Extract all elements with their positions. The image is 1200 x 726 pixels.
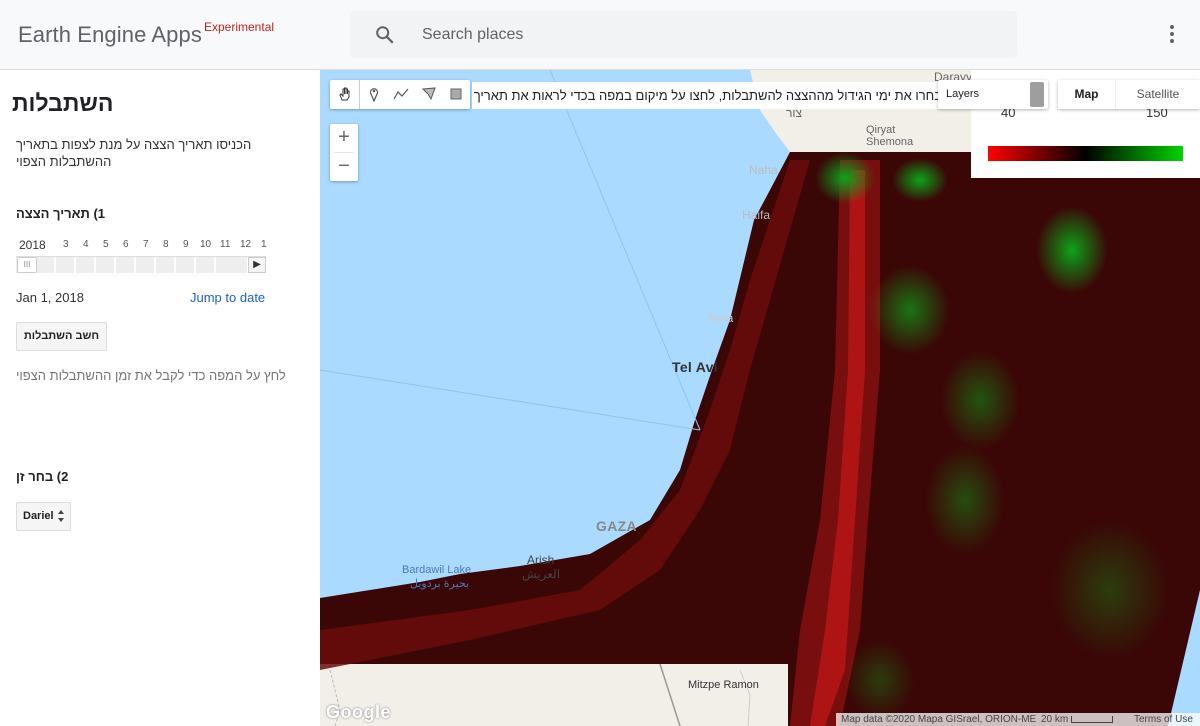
app-logo[interactable]: Earth Engine Apps [18, 22, 202, 48]
search-input[interactable] [422, 11, 1002, 58]
panel-title: השתבלות [12, 90, 114, 116]
slider-tick: 9 [183, 239, 189, 250]
play-icon[interactable]: ▶ [248, 257, 266, 273]
slider-track[interactable]: III ▶ [16, 256, 266, 273]
slider-tick: 10 [200, 239, 212, 250]
experimental-tag: Experimental [204, 20, 275, 34]
google-logo[interactable]: Google [326, 702, 391, 723]
section-variety-title: 2) בחר זן [16, 469, 69, 484]
selected-date: Jan 1, 2018 [16, 290, 84, 305]
zoom-out-button[interactable]: − [330, 153, 358, 181]
map-type-control: Map Satellite [1058, 80, 1200, 109]
rectangle-tool-icon[interactable] [443, 82, 468, 107]
map-label-tel-aviv: Tel Avi [672, 359, 718, 375]
more-options-icon[interactable] [1160, 22, 1184, 48]
map-type-map-button[interactable]: Map [1058, 80, 1115, 109]
map-label-bardawil: Bardawil Lake [402, 564, 472, 576]
panel-description: הכניסו תאריך הצצה על מנת לצפות בתאריך הה… [16, 137, 252, 169]
slider-year-label: 2018 [19, 238, 46, 252]
slider-tick: 4 [83, 239, 89, 250]
jump-to-date-link[interactable]: Jump to date [190, 290, 265, 305]
line-tool-icon[interactable] [388, 82, 413, 107]
slider-tick: 1 [261, 239, 267, 250]
side-panel: השתבלות הכניסו תאריך הצצה על מנת לצפות ב… [0, 70, 320, 726]
pan-hand-icon[interactable] [332, 82, 357, 107]
slider-tick: 5 [103, 239, 109, 250]
zoom-in-button[interactable]: + [330, 124, 358, 152]
slider-tick: 12 [240, 239, 252, 250]
date-slider[interactable]: 2018 3 4 5 6 7 8 9 10 11 12 1 III ▶ [16, 238, 267, 274]
map-label-gaza: GAZA [596, 518, 637, 534]
map-type-satellite-button[interactable]: Satellite [1115, 80, 1200, 109]
calculate-heading-button[interactable]: חשב השתבלות [16, 322, 107, 351]
variety-select[interactable]: Dariel [16, 502, 71, 531]
slider-thumb[interactable]: III [17, 257, 37, 273]
map-label-arish-arabic: العريش [522, 567, 561, 581]
slider-tick: 6 [123, 239, 129, 250]
point-marker-icon[interactable] [361, 82, 386, 107]
search-icon [376, 26, 394, 44]
map-label-haifa: Haifa [742, 208, 771, 222]
map-label-bardawil-arabic: بحيرة بردويل [410, 578, 470, 590]
search-box[interactable] [350, 11, 1017, 58]
map-label-arish: Arish [527, 553, 555, 567]
slider-tick: 3 [63, 239, 69, 250]
scale-bar [1071, 716, 1113, 723]
scale-label[interactable]: 20 km [1041, 713, 1068, 726]
map-label-qiryat-shemona: Qiryat Shemona [866, 124, 914, 148]
drawing-tools [330, 80, 470, 109]
layers-scrollbar[interactable] [1030, 82, 1044, 107]
slider-tick: 11 [220, 239, 231, 250]
map-label-nahariya: Naha [749, 163, 778, 177]
slider-tick: 7 [143, 239, 149, 250]
layers-label: Layers [946, 88, 980, 100]
slider-tick: 8 [163, 239, 169, 250]
select-arrows-icon [58, 510, 64, 522]
map-label-netanya: Neta [708, 311, 734, 325]
variety-select-value: Dariel [23, 510, 54, 522]
terms-of-use-link[interactable]: Terms of Use [1130, 713, 1193, 726]
map-canvas[interactable]: Darayya Qiryat Shemona צור Naha Haifa Ne… [320, 70, 1200, 726]
section-observation-date-title: 1) תאריך הצצה [16, 206, 106, 221]
map-label-mitzpe-ramon: Mitzpe Ramon [688, 679, 759, 691]
map-click-hint: לחץ על המפה כדי לקבל את זמן ההשתבלות הצפ… [16, 368, 286, 383]
map-attribution: Map data ©2020 Mapa GISrael, ORION-ME [841, 714, 1037, 725]
app-header: Earth Engine Apps Experimental [0, 0, 1200, 70]
polygon-tool-icon[interactable] [416, 82, 441, 107]
legend-gradient-bar [988, 146, 1183, 161]
instructions-banner: בחרו את ימי הגידול מההצצה להשתבלות, לחצו… [472, 82, 950, 109]
zoom-control: + − [330, 124, 358, 181]
map-attribution-bar: Map data ©2020 Mapa GISrael, ORION-ME 20… [836, 713, 1200, 726]
